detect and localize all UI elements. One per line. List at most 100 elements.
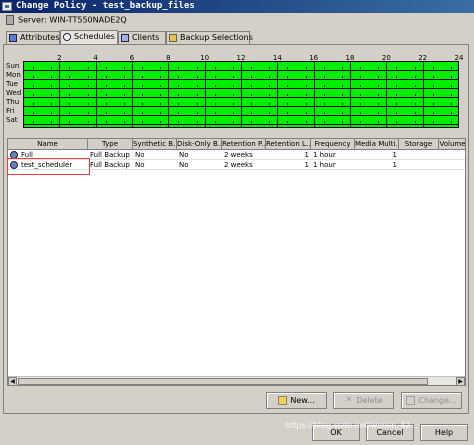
grid-tick	[360, 85, 362, 87]
grid-tick	[323, 103, 325, 105]
grid-tick	[341, 103, 343, 105]
grid-tick	[142, 103, 144, 105]
grid-tick	[105, 67, 107, 69]
grid-tick	[378, 67, 380, 69]
tab-schedules[interactable]: Schedules	[60, 30, 118, 44]
grid-tick	[123, 121, 125, 123]
grid-tick	[123, 85, 125, 87]
grid-tick	[214, 85, 216, 87]
grid-tick	[269, 103, 271, 105]
grid-tick	[450, 112, 452, 114]
grid-tick	[160, 121, 162, 123]
column-header[interactable]: Media Multi...	[355, 139, 399, 150]
grid-tick	[305, 67, 307, 69]
table-cell: 1	[392, 161, 397, 169]
grid-tick	[432, 103, 434, 105]
tab-attributes[interactable]: Attributes	[6, 31, 60, 44]
grid-tick	[287, 76, 289, 78]
grid-tick	[123, 94, 125, 96]
grid-tick	[287, 121, 289, 123]
table-cell	[439, 160, 465, 170]
column-header[interactable]: Frequency	[311, 139, 355, 150]
schedule-time-grid[interactable]	[23, 61, 459, 128]
grid-tick	[87, 76, 89, 78]
table-cell: 1	[304, 161, 309, 169]
grid-tick	[323, 76, 325, 78]
grid-tick	[142, 112, 144, 114]
tab-clients[interactable]: Clients	[118, 31, 166, 44]
grid-tick	[305, 94, 307, 96]
grid-day-row[interactable]	[24, 80, 458, 89]
table-cell	[399, 160, 439, 170]
grid-tick	[69, 121, 71, 123]
grid-tick	[432, 121, 434, 123]
server-icon	[6, 15, 14, 25]
column-header[interactable]: Volume	[439, 139, 465, 150]
grid-tick	[341, 121, 343, 123]
column-header[interactable]: Type	[88, 139, 133, 150]
grid-tick	[251, 103, 253, 105]
column-header[interactable]: Storage	[399, 139, 439, 150]
column-header[interactable]: Retention P...	[222, 139, 266, 150]
schedules-table: Name Type Synthetic B... Disk-Only B... Rete…	[7, 138, 466, 386]
change-icon	[406, 396, 416, 405]
change-button[interactable]: Change...	[401, 392, 462, 409]
grid-tick	[378, 121, 380, 123]
grid-tick	[378, 76, 380, 78]
grid-tick	[432, 85, 434, 87]
table-cell: 1	[304, 151, 309, 159]
column-header[interactable]: Disk-Only B...	[177, 139, 222, 150]
day-label: Wed	[6, 89, 22, 97]
grid-day-row[interactable]	[24, 98, 458, 107]
grid-tick	[123, 112, 125, 114]
grid-tick	[160, 94, 162, 96]
scroll-thumb[interactable]	[18, 378, 428, 385]
table-cell	[439, 150, 465, 160]
grid-tick	[251, 76, 253, 78]
scroll-left-icon[interactable]: ◀	[8, 377, 17, 386]
day-label: Mon	[6, 71, 21, 79]
grid-tick	[323, 85, 325, 87]
grid-tick	[232, 121, 234, 123]
grid-tick	[178, 112, 180, 114]
horizontal-scrollbar[interactable]: ◀ ▶	[8, 376, 465, 386]
grid-tick	[196, 76, 198, 78]
grid-day-row[interactable]	[24, 71, 458, 80]
grid-tick	[87, 85, 89, 87]
tab-backup-selections[interactable]: Backup Selections	[166, 31, 253, 44]
grid-tick	[378, 85, 380, 87]
grid-tick	[305, 85, 307, 87]
grid-day-row[interactable]	[24, 89, 458, 98]
grid-tick	[341, 94, 343, 96]
grid-tick	[51, 85, 53, 87]
grid-tick	[450, 94, 452, 96]
table-cell: No	[179, 161, 189, 169]
column-header[interactable]: Retention L...	[266, 139, 311, 150]
grid-tick	[323, 67, 325, 69]
title-bar[interactable]: Change Policy - test_backup_files	[0, 0, 474, 13]
grid-tick	[450, 121, 452, 123]
grid-tick	[87, 94, 89, 96]
grid-tick	[341, 85, 343, 87]
table-cell: 1	[392, 151, 397, 159]
scroll-right-icon[interactable]: ▶	[456, 377, 465, 386]
grid-tick	[360, 112, 362, 114]
column-header[interactable]: Synthetic B...	[133, 139, 177, 150]
grid-day-row[interactable]	[24, 107, 458, 116]
grid-tick	[123, 67, 125, 69]
help-button[interactable]: Help	[420, 424, 468, 441]
grid-tick	[378, 103, 380, 105]
grid-tick	[396, 85, 398, 87]
grid-tick	[287, 67, 289, 69]
grid-tick	[214, 121, 216, 123]
computer-icon	[121, 33, 129, 42]
grid-tick	[51, 67, 53, 69]
column-header[interactable]: Name	[8, 139, 88, 150]
selection-highlight-box	[7, 158, 90, 175]
new-button[interactable]: New...	[266, 392, 327, 409]
grid-tick	[196, 112, 198, 114]
grid-day-row[interactable]	[24, 116, 458, 125]
delete-button[interactable]: ✕ Delete	[333, 392, 394, 409]
grid-day-row[interactable]	[24, 62, 458, 71]
grid-tick	[51, 121, 53, 123]
